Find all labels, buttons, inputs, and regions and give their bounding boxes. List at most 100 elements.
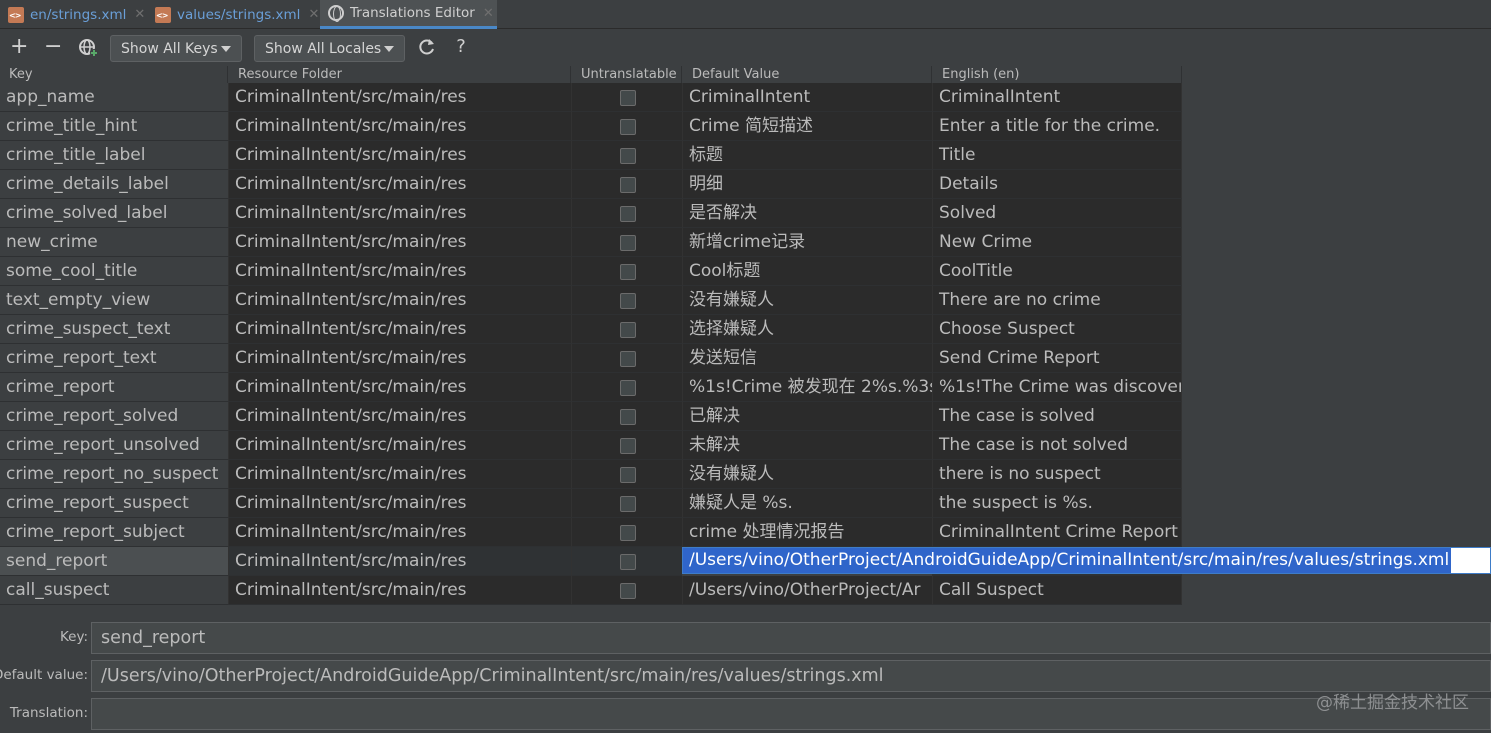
column-header-key[interactable]: Key (0, 66, 228, 83)
default-value-editor[interactable]: /Users/vino/OtherProject/AndroidGuideApp… (682, 547, 1491, 574)
untranslatable-cell[interactable] (571, 315, 682, 344)
key-cell[interactable]: new_crime (0, 228, 228, 257)
english-cell[interactable]: CoolTitle (932, 257, 1182, 286)
table-row[interactable]: crime_report CriminalIntent/src/main/res%… (0, 373, 1491, 402)
resource-folder-cell[interactable]: CriminalIntent/src/main/res (228, 112, 571, 141)
resource-folder-cell[interactable]: CriminalIntent/src/main/res (228, 489, 571, 518)
tab-values-strings[interactable]: values/strings.xml ✕ (155, 0, 319, 29)
untranslatable-checkbox[interactable] (620, 264, 636, 280)
untranslatable-cell[interactable] (571, 460, 682, 489)
untranslatable-cell[interactable] (571, 257, 682, 286)
resource-folder-cell[interactable]: CriminalIntent/src/main/res (228, 170, 571, 199)
default-value-cell[interactable]: 没有嫌疑人 (682, 460, 932, 489)
table-row[interactable]: call_suspect CriminalIntent/src/main/res /… (0, 576, 1491, 605)
untranslatable-checkbox[interactable] (620, 206, 636, 222)
table-row[interactable]: app_name CriminalIntent/src/main/res Crimi… (0, 83, 1491, 112)
column-header-english[interactable]: English (en) (932, 66, 1182, 83)
english-cell[interactable]: There are no crime (932, 286, 1182, 315)
english-cell[interactable]: Choose Suspect (932, 315, 1182, 344)
untranslatable-cell[interactable] (571, 83, 682, 112)
untranslatable-cell[interactable] (571, 228, 682, 257)
english-cell[interactable]: Title (932, 141, 1182, 170)
default-value-cell[interactable]: 明细 (682, 170, 932, 199)
table-row[interactable]: text_empty_view CriminalIntent/src/main/r… (0, 286, 1491, 315)
key-cell[interactable]: crime_report_subject (0, 518, 228, 547)
untranslatable-checkbox[interactable] (620, 177, 636, 193)
resource-folder-cell[interactable]: CriminalIntent/src/main/res (228, 460, 571, 489)
table-row[interactable]: crime_title_hint CriminalIntent/src/main/… (0, 112, 1491, 141)
default-value-cell[interactable]: 发送短信 (682, 344, 932, 373)
english-cell[interactable]: there is no suspect (932, 460, 1182, 489)
default-value-cell[interactable]: crime 处理情况报告 (682, 518, 932, 547)
key-cell[interactable]: crime_report_unsolved (0, 431, 228, 460)
key-cell[interactable]: text_empty_view (0, 286, 228, 315)
untranslatable-checkbox[interactable] (620, 90, 636, 106)
table-row[interactable]: crime_report_solved CriminalIntent/src/ma… (0, 402, 1491, 431)
default-value-cell[interactable]: 是否解决 (682, 199, 932, 228)
untranslatable-cell[interactable] (571, 373, 682, 402)
key-cell[interactable]: crime_solved_label (0, 199, 228, 228)
untranslatable-checkbox[interactable] (620, 380, 636, 396)
add-key-button[interactable]: + (10, 36, 28, 59)
untranslatable-checkbox[interactable] (620, 322, 636, 338)
close-icon[interactable]: ✕ (134, 7, 145, 22)
default-value-cell[interactable]: %1s!Crime 被发现在 2%s.%3s, (682, 373, 932, 402)
table-row[interactable]: crime_report_text CriminalIntent/src/main… (0, 344, 1491, 373)
untranslatable-cell[interactable] (571, 402, 682, 431)
english-cell[interactable]: the suspect is %s. (932, 489, 1182, 518)
english-cell[interactable]: Solved (932, 199, 1182, 228)
key-cell[interactable]: crime_suspect_text (0, 315, 228, 344)
untranslatable-checkbox[interactable] (620, 119, 636, 135)
resource-folder-cell[interactable]: CriminalIntent/src/main/res (228, 402, 571, 431)
key-cell[interactable]: crime_details_label (0, 170, 228, 199)
untranslatable-cell[interactable] (571, 286, 682, 315)
resource-folder-cell[interactable]: CriminalIntent/src/main/res (228, 257, 571, 286)
key-cell[interactable]: crime_report_no_suspect (0, 460, 228, 489)
untranslatable-cell[interactable] (571, 170, 682, 199)
table-row[interactable]: send_report CriminalIntent/src/main/res/U… (0, 547, 1491, 576)
table-row[interactable]: crime_details_label CriminalIntent/src/ma… (0, 170, 1491, 199)
untranslatable-cell[interactable] (571, 199, 682, 228)
english-cell[interactable]: %1s!The Crime was discovere (932, 373, 1182, 402)
close-icon[interactable]: ✕ (483, 6, 494, 21)
english-cell[interactable]: Send Crime Report (932, 344, 1182, 373)
translation-field[interactable] (91, 698, 1491, 730)
untranslatable-checkbox[interactable] (620, 467, 636, 483)
table-row[interactable]: crime_report_subject CriminalIntent/src/m… (0, 518, 1491, 547)
tab-translations-editor[interactable]: Translations Editor ✕ (320, 0, 497, 29)
table-row[interactable]: crime_report_unsolved CriminalIntent/src/… (0, 431, 1491, 460)
default-value-field[interactable]: /Users/vino/OtherProject/AndroidGuideApp… (91, 660, 1491, 692)
column-header-resource-folder[interactable]: Resource Folder (228, 66, 571, 83)
untranslatable-cell[interactable] (571, 112, 682, 141)
resource-folder-cell[interactable]: CriminalIntent/src/main/res (228, 83, 571, 112)
untranslatable-cell[interactable] (571, 576, 682, 605)
table-row[interactable]: crime_report_suspect CriminalIntent/src/m… (0, 489, 1491, 518)
untranslatable-checkbox[interactable] (620, 409, 636, 425)
show-locales-dropdown[interactable]: Show All Locales (254, 35, 405, 62)
untranslatable-checkbox[interactable] (620, 496, 636, 512)
key-cell[interactable]: crime_report_suspect (0, 489, 228, 518)
untranslatable-checkbox[interactable] (620, 351, 636, 367)
key-cell[interactable]: call_suspect (0, 576, 228, 605)
resource-folder-cell[interactable]: CriminalIntent/src/main/res (228, 431, 571, 460)
key-cell[interactable]: some_cool_title (0, 257, 228, 286)
untranslatable-cell[interactable] (571, 518, 682, 547)
resource-folder-cell[interactable]: CriminalIntent/src/main/res (228, 286, 571, 315)
resource-folder-cell[interactable]: CriminalIntent/src/main/res (228, 576, 571, 605)
refresh-icon[interactable] (417, 37, 437, 59)
untranslatable-checkbox[interactable] (620, 235, 636, 251)
default-value-cell[interactable]: 新增crime记录 (682, 228, 932, 257)
default-value-cell[interactable]: 标题 (682, 141, 932, 170)
close-icon[interactable]: ✕ (308, 7, 319, 22)
default-value-cell[interactable]: 嫌疑人是 %s. (682, 489, 932, 518)
untranslatable-cell[interactable] (571, 489, 682, 518)
resource-folder-cell[interactable]: CriminalIntent/src/main/res (228, 547, 571, 576)
resource-folder-cell[interactable]: CriminalIntent/src/main/res (228, 228, 571, 257)
resource-folder-cell[interactable]: CriminalIntent/src/main/res (228, 141, 571, 170)
table-row[interactable]: crime_solved_label CriminalIntent/src/mai… (0, 199, 1491, 228)
resource-folder-cell[interactable]: CriminalIntent/src/main/res (228, 373, 571, 402)
english-cell[interactable]: Call Suspect (932, 576, 1182, 605)
english-cell[interactable]: Details (932, 170, 1182, 199)
key-cell[interactable]: crime_title_label (0, 141, 228, 170)
default-value-cell[interactable]: 没有嫌疑人 (682, 286, 932, 315)
